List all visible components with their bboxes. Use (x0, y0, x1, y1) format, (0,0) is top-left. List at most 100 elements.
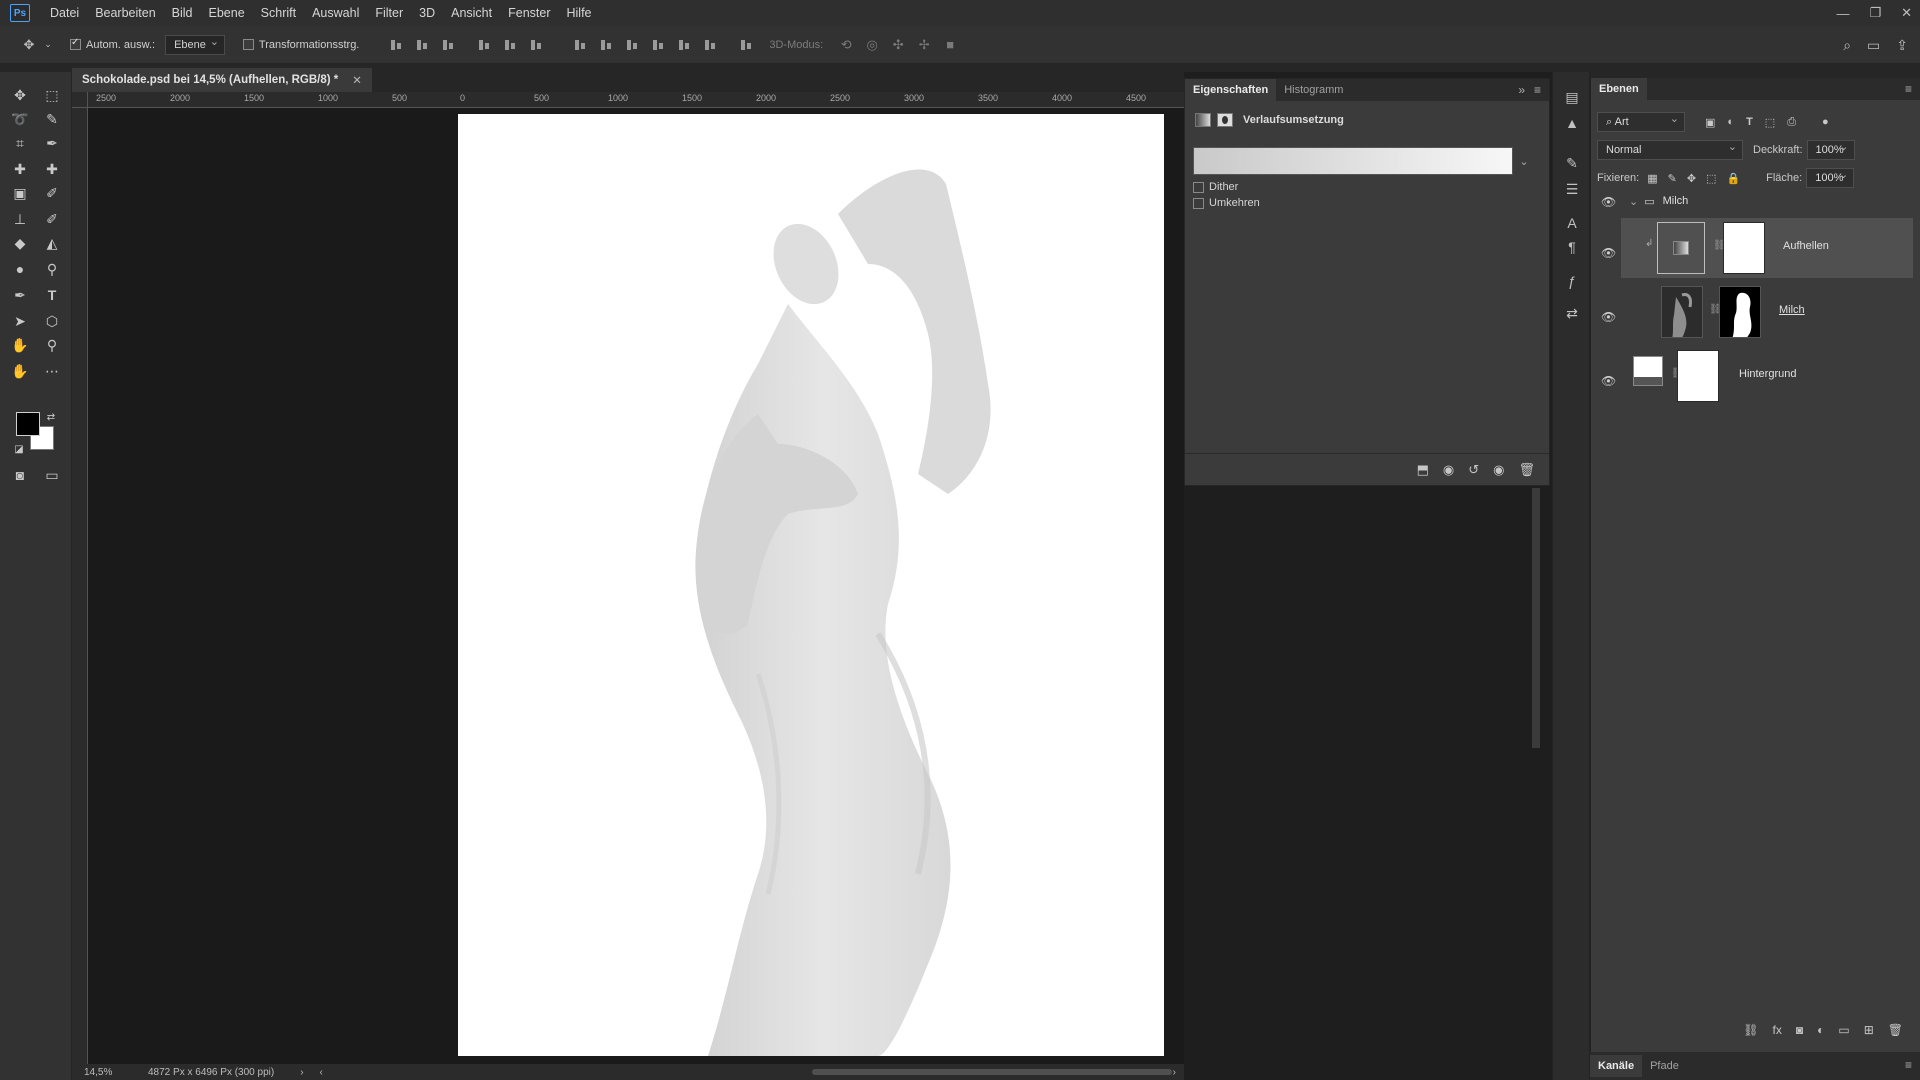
spot-healing-tool-icon[interactable]: ✚ (8, 158, 32, 180)
distribute-top-icon[interactable] (573, 38, 587, 52)
gradient-dropdown-icon[interactable]: ⌄ (1517, 147, 1531, 175)
layer-style-icon[interactable]: fx (1773, 1023, 1782, 1037)
histogram-panel-icon[interactable]: ▲ (1561, 112, 1583, 134)
menu-auswahl[interactable]: Auswahl (304, 0, 367, 26)
hand-tool-icon[interactable]: ✋ (8, 334, 32, 356)
fill-input[interactable]: 100% (1806, 166, 1855, 188)
add-mask-icon[interactable]: ◙ (1796, 1023, 1803, 1037)
distribute-bottom-icon[interactable] (625, 38, 639, 52)
auto-select-target-select[interactable]: Ebene (165, 33, 225, 55)
slide-3d-icon[interactable]: ✢ (911, 37, 937, 53)
channels-menu-icon[interactable]: ≡ (1905, 1058, 1912, 1072)
horizontal-scrollbar[interactable] (812, 1069, 1172, 1075)
quick-select-tool-icon[interactable]: ✎ (40, 108, 64, 130)
foreground-color-swatch[interactable] (16, 412, 40, 436)
menu-hilfe[interactable]: Hilfe (559, 0, 600, 26)
brush-panel-icon[interactable]: ✎ (1561, 152, 1583, 174)
tab-kanaele[interactable]: Kanäle (1590, 1055, 1643, 1077)
screen-mode-icon[interactable]: ▭ (40, 464, 64, 486)
layer-row-aufhellen[interactable]: ↲ ⛓ Aufhellen (1621, 218, 1913, 278)
visibility-eye-icon[interactable]: 👁 (1601, 246, 1616, 260)
shape-tool-icon[interactable]: ⬡ (40, 310, 64, 332)
menu-schrift[interactable]: Schrift (253, 0, 304, 26)
layer-group-row[interactable]: 👁 ⌄ ▭ Milch (1591, 190, 1913, 212)
layers-menu-icon[interactable]: ≡ (1905, 82, 1912, 96)
lock-image-icon[interactable]: ✎ (1668, 172, 1677, 185)
character-panel-icon[interactable]: A (1561, 212, 1583, 234)
menu-fenster[interactable]: Fenster (500, 0, 558, 26)
distribute-vcenter-icon[interactable] (599, 38, 613, 52)
filter-pixel-icon[interactable]: ▣ (1705, 116, 1715, 129)
filter-toggle-icon[interactable]: ● (1822, 116, 1829, 128)
view-previous-icon[interactable]: ◉ (1443, 462, 1454, 478)
menu-3d[interactable]: 3D (411, 0, 443, 26)
filter-type-icon[interactable]: T (1746, 116, 1753, 128)
minimize-icon[interactable]: — (1836, 6, 1849, 21)
align-bottom-icon[interactable] (441, 38, 455, 52)
delete-adjustment-icon[interactable]: 🗑 (1518, 462, 1535, 478)
dither-option[interactable]: Dither (1193, 181, 1238, 193)
eraser-tool-icon[interactable]: ◆ (8, 232, 32, 254)
history-brush-tool-icon[interactable]: ✐ (40, 208, 64, 230)
tab-histogramm[interactable]: Histogramm (1276, 79, 1351, 101)
scroll-left-icon[interactable]: ‹ (320, 1067, 323, 1078)
camera-3d-icon[interactable]: ■ (937, 37, 963, 52)
menu-ebene[interactable]: Ebene (201, 0, 253, 26)
document-canvas[interactable] (458, 114, 1164, 1056)
more-tools-icon[interactable]: ⋯ (40, 360, 64, 382)
tab-pfade[interactable]: Pfade (1642, 1055, 1687, 1077)
layer-mask-thumbnail[interactable] (1723, 222, 1765, 274)
crop-tool-icon[interactable]: ⌗ (8, 132, 32, 154)
menu-bearbeiten[interactable]: Bearbeiten (87, 0, 163, 26)
roll-3d-icon[interactable]: ◎ (859, 37, 885, 53)
layer-thumbnail[interactable] (1661, 286, 1703, 338)
align-vcenter-icon[interactable] (415, 38, 429, 52)
align-right-icon[interactable] (529, 38, 543, 52)
visibility-eye-icon[interactable]: 👁 (1601, 374, 1616, 388)
status-expand-icon[interactable]: › (300, 1067, 303, 1078)
zoom-level[interactable]: 14,5% (84, 1067, 134, 1078)
adjustment-thumbnail[interactable] (1657, 222, 1705, 274)
layer-mask-thumbnail[interactable] (1719, 286, 1761, 338)
menu-datei[interactable]: Datei (42, 0, 87, 26)
lock-artboard-icon[interactable]: ⬚ (1706, 172, 1716, 185)
actions-panel-icon[interactable]: ⇄ (1561, 302, 1583, 324)
filter-adjustment-icon[interactable]: ◐ (1727, 116, 1734, 128)
workspace-icon[interactable]: ▭ (1867, 37, 1880, 54)
rotate-view-tool-icon[interactable]: ✋ (8, 360, 32, 382)
lock-position-icon[interactable]: ✥ (1687, 172, 1696, 185)
blur-tool-icon[interactable]: ● (8, 258, 32, 280)
distribute-left-icon[interactable] (651, 38, 665, 52)
link-layers-icon[interactable]: ⛓ (1743, 1023, 1758, 1037)
filter-shape-icon[interactable]: ⬚ (1765, 116, 1775, 129)
transform-controls-checkbox[interactable] (242, 39, 259, 51)
lock-all-icon[interactable]: 🔒 (1726, 172, 1740, 185)
properties-scrollbar[interactable] (1532, 488, 1540, 748)
collapse-panel-icon[interactable]: » (1518, 83, 1525, 97)
healing-brush-tool-icon[interactable]: ✚ (40, 158, 64, 180)
frame-tool-icon[interactable]: ▣ (8, 182, 32, 204)
canvas-area[interactable] (88, 108, 1184, 1064)
brush-tool-icon[interactable]: ✐ (40, 182, 64, 204)
marquee-tool-icon[interactable]: ⬚ (40, 84, 64, 106)
default-colors-icon[interactable]: ◪ (12, 438, 26, 460)
tab-eigenschaften[interactable]: Eigenschaften (1185, 79, 1277, 101)
close-window-icon[interactable]: ✕ (1901, 5, 1912, 21)
menu-ansicht[interactable]: Ansicht (443, 0, 500, 26)
zoom-tool-icon[interactable]: ⚲ (40, 334, 64, 356)
panel-menu-icon[interactable]: ≡ (1534, 83, 1541, 97)
search-icon[interactable]: ⌕ (1843, 37, 1851, 54)
lasso-tool-icon[interactable]: ➰ (8, 108, 32, 130)
type-tool-icon[interactable]: T (40, 284, 64, 306)
align-hcenter-icon[interactable] (503, 38, 517, 52)
restore-icon[interactable]: ❐ (1869, 5, 1881, 21)
paint-bucket-tool-icon[interactable]: ◭ (40, 232, 64, 254)
menu-bild[interactable]: Bild (164, 0, 201, 26)
close-document-icon[interactable]: ✕ (352, 73, 362, 87)
pen-tool-icon[interactable]: ✒ (8, 284, 32, 306)
solid-fill-thumbnail[interactable] (1633, 356, 1663, 386)
expand-group-icon[interactable]: ⌄ (1629, 195, 1638, 208)
new-adjustment-icon[interactable]: ◐ (1817, 1023, 1824, 1037)
properties-panel-icon[interactable]: ▤ (1561, 86, 1583, 108)
auto-align-icon[interactable] (739, 38, 753, 52)
